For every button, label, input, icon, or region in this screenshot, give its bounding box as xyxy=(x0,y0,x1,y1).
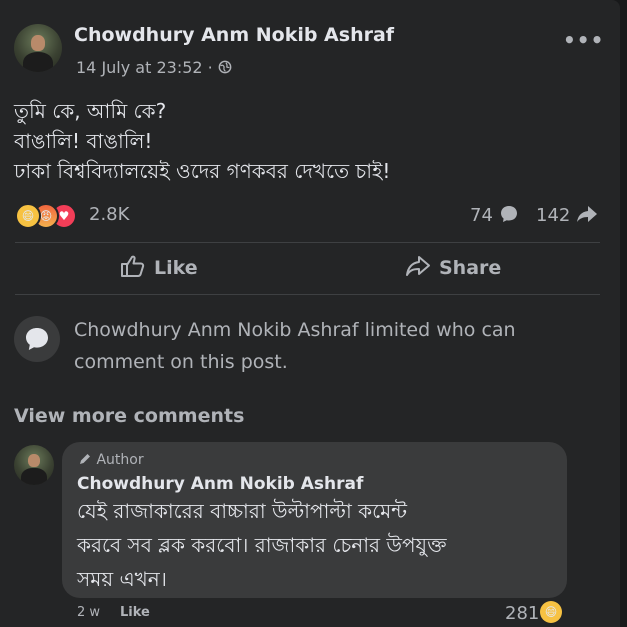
comment-text-line: সময় এখন। xyxy=(77,567,167,591)
post-author-name[interactable]: Chowdhury Anm Nokib Ashraf xyxy=(74,24,394,46)
post-text-line: তুমি কে, আমি কে? xyxy=(14,99,167,123)
commenter-avatar[interactable] xyxy=(14,445,54,485)
share-icon xyxy=(406,256,430,276)
comment-count-value[interactable]: 74 xyxy=(470,205,493,226)
comment-timestamp[interactable]: 2 w xyxy=(77,605,100,620)
post-text-line: ঢাকা বিশ্ববিদ্যালয়েই ওদের গণকবর দেখতে চ… xyxy=(14,159,391,183)
post-time-text[interactable]: 14 July at 23:52 · xyxy=(76,58,218,77)
comment-text-line: করবে সব ব্লক করবো। রাজাকার চেনার উপযুক্ত xyxy=(77,533,447,557)
comment-count[interactable]: 74 xyxy=(470,204,519,226)
reaction-count[interactable]: 2.8K xyxy=(89,204,129,225)
comment-bubble-icon xyxy=(500,206,517,222)
divider xyxy=(15,294,600,295)
comment-text-line: যেই রাজাকারের বাচ্চারা উল্টাপাল্টা কমেন্… xyxy=(77,499,407,523)
like-label[interactable]: Like xyxy=(154,257,198,279)
post-timestamp[interactable]: 14 July at 23:52 · xyxy=(76,58,232,77)
laugh-react-icon[interactable]: 😄 xyxy=(540,601,562,623)
comment-like-button[interactable]: Like xyxy=(120,605,150,620)
share-arrow-icon xyxy=(577,206,598,222)
more-options-icon[interactable]: ••• xyxy=(563,28,604,52)
scrollbar-track[interactable] xyxy=(620,0,627,627)
share-count-value[interactable]: 142 xyxy=(536,205,570,226)
comment-limit-icon xyxy=(14,316,60,362)
thumbs-up-icon xyxy=(121,255,145,277)
author-badge-label: Author xyxy=(96,452,144,468)
like-button[interactable]: Like xyxy=(120,254,198,279)
post-body: তুমি কে, আমি কে? বাঙালি! বাঙালি! ঢাকা বি… xyxy=(14,96,390,186)
globe-icon xyxy=(218,60,232,74)
share-label[interactable]: Share xyxy=(439,257,501,279)
comment-text: যেই রাজাকারের বাচ্চারা উল্টাপাল্টা কমেন্… xyxy=(77,494,447,596)
comment-limit-message: Chowdhury Anm Nokib Ashraf limited who c… xyxy=(74,319,516,373)
share-button[interactable]: Share xyxy=(405,254,501,279)
author-badge: Author xyxy=(78,452,144,468)
author-avatar[interactable] xyxy=(14,24,62,72)
view-more-comments-link[interactable]: View more comments xyxy=(14,405,244,427)
pen-icon xyxy=(80,454,90,464)
post-text-line: বাঙালি! বাঙালি! xyxy=(14,129,153,153)
laugh-react-icon: 😄 xyxy=(15,203,41,229)
post-card: Chowdhury Anm Nokib Ashraf 14 July at 23… xyxy=(0,0,620,627)
comment-reaction-count[interactable]: 281 xyxy=(505,603,539,624)
comment-author-name[interactable]: Chowdhury Anm Nokib Ashraf xyxy=(77,474,363,494)
share-count[interactable]: 142 xyxy=(536,204,598,226)
divider xyxy=(15,242,600,243)
